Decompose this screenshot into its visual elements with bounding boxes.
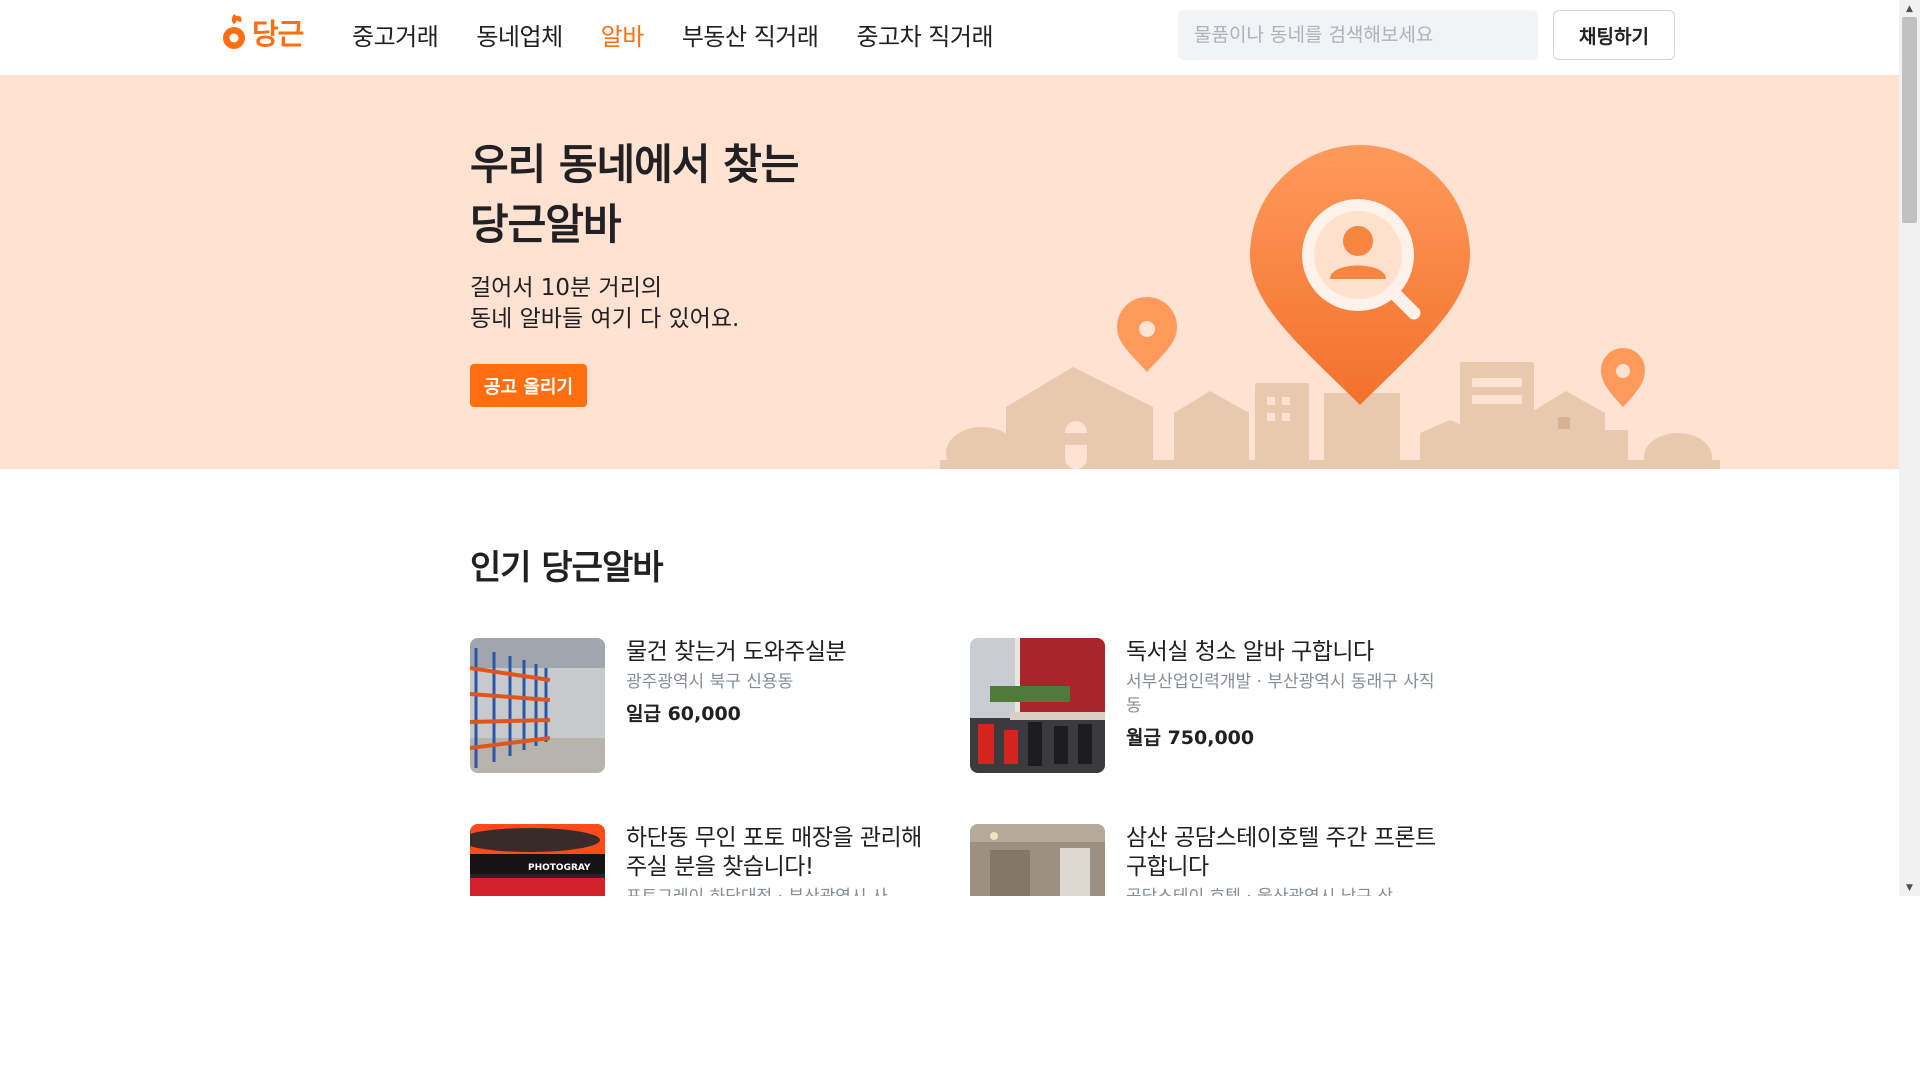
job-info: 삼산 공담스테이호텔 주간 프론트 구합니다 공담스테이 호텔 · 울산광역시 …	[1126, 824, 1436, 896]
page-scrollbar[interactable]: ▲ ▼	[1899, 0, 1920, 896]
job-title: 독서실 청소 알바 구합니다	[1126, 639, 1374, 665]
job-location: 공담스테이 호텔 · 울산광역시 남구 삼	[1126, 885, 1436, 896]
post-job-button[interactable]: 공고 올리기	[470, 364, 587, 407]
job-location: 광주광역시 북구 신용동	[626, 672, 794, 692]
svg-text:PHOTOGRAY: PHOTOGRAY	[528, 863, 591, 873]
scroll-up-arrow-icon[interactable]: ▲	[1899, 0, 1920, 17]
job-card[interactable]: 물건 찾는거 도와주실분 광주광역시 북구 신용동 일급 60,000	[470, 638, 950, 778]
logo-text: 당근	[252, 17, 304, 51]
job-thumbnail-hotel	[970, 824, 1105, 896]
chat-button[interactable]: 채팅하기	[1553, 10, 1675, 60]
scroll-down-arrow-icon[interactable]: ▼	[1899, 879, 1920, 896]
scrollbar-thumb[interactable]	[1902, 17, 1917, 223]
small-pin-left	[1117, 297, 1177, 372]
hero-title-line2: 당근알바	[470, 200, 622, 249]
popular-jobs-section: 인기 당근알바 물건 찾는거 도와주실분 광주광역시 북구 신용동 일급 60,…	[470, 540, 1470, 896]
job-pay: 일급 60,000	[626, 703, 741, 725]
nav-local-business[interactable]: 동네업체	[476, 17, 563, 52]
job-card[interactable]: 독서실 청소 알바 구합니다 서부산업인력개발 · 부산광역시 동래구 사직동 …	[970, 638, 1450, 778]
carrot-logo-icon	[223, 14, 245, 49]
top-header: 당근 중고거래 동네업체 알바 부동산 직거래 중고차 직거래 채팅하기	[0, 0, 1899, 74]
daangn-logo[interactable]: 당근	[222, 10, 304, 54]
job-info: 하단동 무인 포토 매장을 관리해주실 분을 찾습니다! 포토그레이 하단대점 …	[626, 824, 936, 896]
search-input[interactable]	[1178, 10, 1538, 60]
hero-banner: 우리 동네에서 찾는 당근알바 걸어서 10분 거리의 동네 알바들 여기 다 …	[0, 75, 1899, 469]
nav-used-cars[interactable]: 중고차 직거래	[856, 17, 993, 52]
nav-real-estate[interactable]: 부동산 직거래	[682, 17, 819, 52]
small-pin-right	[1601, 348, 1645, 407]
job-thumbnail-study-room	[970, 638, 1105, 773]
job-title: 물건 찾는거 도와주실분	[626, 639, 847, 665]
large-location-pin	[1250, 145, 1470, 405]
job-info: 독서실 청소 알바 구합니다 서부산업인력개발 · 부산광역시 동래구 사직동 …	[1126, 638, 1436, 750]
hero-sub-line1: 걸어서 10분 거리의	[470, 275, 663, 301]
job-location: 포토그레이 하단대점 · 부산광역시 사	[626, 885, 936, 896]
browser-viewport: 당근 중고거래 동네업체 알바 부동산 직거래 중고차 직거래 채팅하기 우리 …	[0, 0, 1899, 896]
job-pay: 월급 750,000	[1126, 727, 1255, 749]
job-location: 서부산업인력개발 · 부산광역시 동래구 사직동	[1126, 672, 1435, 716]
job-card[interactable]: PHOTOGRAY 하단동 무인 포토 매장을 관리해주실 분을 찾습니다! 포…	[470, 824, 950, 896]
section-title: 인기 당근알바	[470, 548, 664, 588]
nav-used-trade[interactable]: 중고거래	[352, 17, 439, 52]
job-thumbnail-warehouse	[470, 638, 605, 773]
job-title: 하단동 무인 포토 매장을 관리해주실 분을 찾습니다!	[626, 825, 922, 880]
town-location-illustration	[940, 145, 1720, 469]
hero-title-line1: 우리 동네에서 찾는	[470, 140, 799, 189]
nav-jobs[interactable]: 알바	[601, 17, 645, 52]
job-thumbnail-photo-booth: PHOTOGRAY	[470, 824, 605, 896]
job-card[interactable]: 삼산 공담스테이호텔 주간 프론트 구합니다 공담스테이 호텔 · 울산광역시 …	[970, 824, 1450, 896]
job-info: 물건 찾는거 도와주실분 광주광역시 북구 신용동 일급 60,000	[626, 638, 936, 726]
main-nav: 중고거래 동네업체 알바 부동산 직거래 중고차 직거래	[352, 12, 994, 56]
job-title: 삼산 공담스테이호텔 주간 프론트 구합니다	[1126, 825, 1436, 880]
hero-subtitle: 걸어서 10분 거리의 동네 알바들 여기 다 있어요.	[470, 273, 739, 335]
hero-sub-line2: 동네 알바들 여기 다 있어요.	[470, 306, 740, 332]
hero-title: 우리 동네에서 찾는 당근알바	[470, 135, 799, 255]
